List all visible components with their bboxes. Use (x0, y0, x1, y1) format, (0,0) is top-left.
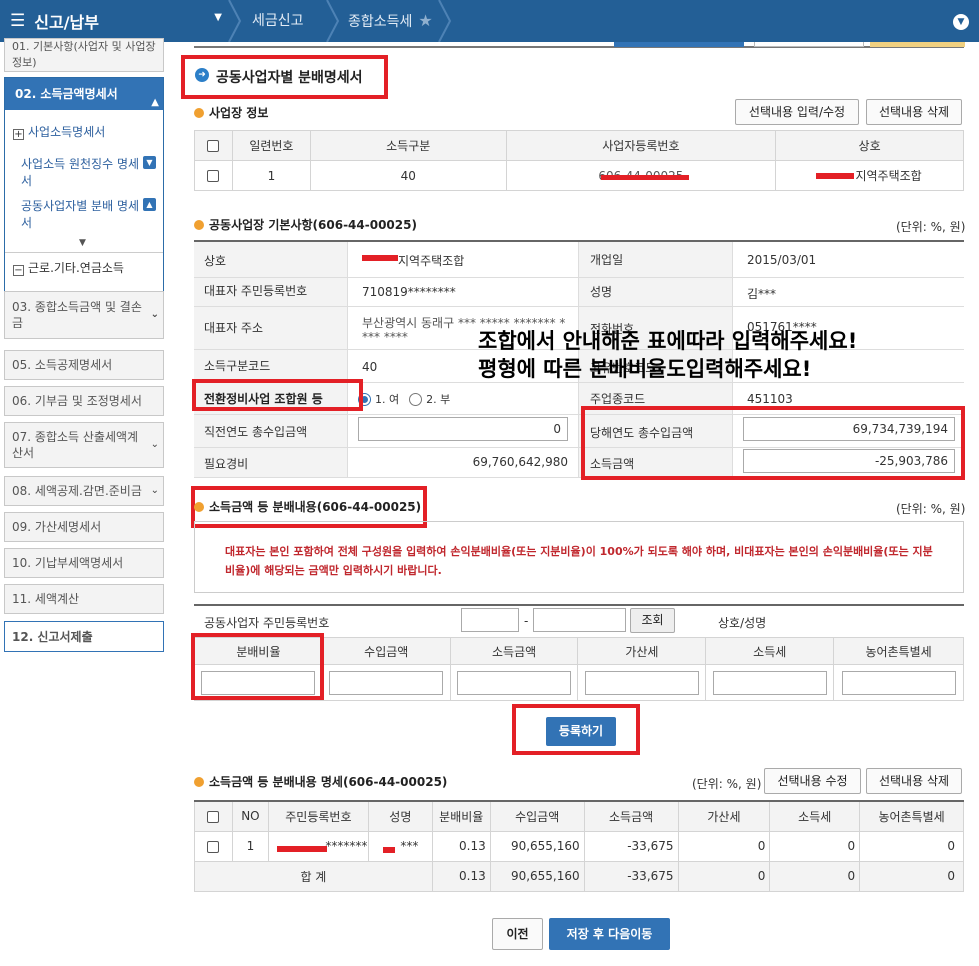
chevron-down-icon[interactable]: ▼ (143, 156, 156, 169)
lookup-button[interactable]: 조회 (630, 608, 675, 633)
page-title: 공동사업자별 분배명세서 (216, 70, 363, 86)
row-checkbox[interactable] (207, 170, 220, 182)
previous-button[interactable]: 이전 (492, 918, 543, 950)
expand-circle-icon[interactable]: ▼ (953, 14, 969, 30)
breadcrumb-separator-icon (326, 0, 340, 42)
section-business-info: 사업장 정보 (194, 104, 268, 121)
sidebar-item-deductions[interactable]: 05. 소득공제명세서 (4, 350, 164, 380)
unit-label: (단위: %, 원) (692, 777, 762, 791)
table-row[interactable]: 1 40 606-44-00025 지역주택조합 (194, 160, 964, 191)
redaction-mark (816, 173, 855, 179)
income-input[interactable] (457, 670, 572, 695)
rural-tax-input[interactable] (841, 670, 956, 695)
star-icon[interactable]: ★ (418, 11, 432, 30)
sidebar-sub-partner-distribution[interactable]: 공동사업자별 분배 명세서 (21, 198, 141, 232)
partner-id-front-input[interactable] (461, 608, 519, 632)
sidebar-item-credits[interactable]: 08. 세액공제.감면.준비금 ⌄ (4, 476, 164, 506)
sidebar-item-basic-info[interactable]: 01. 기본사항(사업자 및 사업장정보) (4, 38, 164, 72)
caret-down-icon: ▼ (214, 12, 222, 23)
breadcrumb-separator-icon (228, 0, 242, 42)
redaction-mark (600, 175, 689, 180)
chevron-up-icon[interactable]: ▲ (143, 198, 156, 211)
sidebar-item-tax-calc[interactable]: 11. 세액계산 (4, 584, 164, 614)
plus-box-icon: + (13, 129, 24, 140)
partner-id-back-input[interactable] (533, 608, 626, 632)
sidebar-sub-labor[interactable]: − 근로.기타.연금소득 (13, 260, 124, 277)
scroll-down-icon[interactable]: ▼ (79, 238, 86, 248)
section-basic-info: 공동사업장 기본사항(606-44-00025) (194, 216, 417, 233)
sidebar-item-penalty[interactable]: 09. 가산세명세서 (4, 512, 164, 542)
breadcrumb-income-tax[interactable]: 종합소득세 ★ (348, 0, 433, 42)
sidebar-sub-withholding[interactable]: 사업소득 원천징수 명세서 (21, 156, 141, 190)
edit-selected-button[interactable]: 선택내용 입력/수정 (735, 99, 859, 125)
row-checkbox[interactable] (207, 840, 220, 853)
sidebar-item-submit[interactable]: 12. 신고서제출 (4, 621, 164, 652)
bullet-icon (194, 219, 204, 230)
redaction-mark (362, 255, 398, 261)
top-navigation-bar: ☰ 신고/납부 ▼ 세금신고 종합소득세 ★ ▼ (0, 0, 979, 42)
business-table: 일련번호 소득구분 사업자등록번호 상호 1 40 606-44-00025 지… (194, 130, 964, 191)
select-all-checkbox[interactable] (207, 810, 220, 823)
edit-selected-button[interactable]: 선택내용 수정 (764, 768, 861, 794)
chevron-down-icon[interactable]: ⌄ (151, 307, 159, 323)
highlight-revenue-box (581, 406, 965, 480)
delete-selected-button[interactable]: 선택내용 삭제 (866, 768, 962, 794)
select-all-checkbox[interactable] (207, 140, 220, 152)
radio-no[interactable] (409, 392, 423, 406)
redaction-mark (382, 846, 395, 853)
prev-year-revenue-input[interactable]: 0 (358, 417, 568, 441)
table-row[interactable]: 1 ******* *** 0.13 90,655,160 -33,675 0 … (194, 830, 964, 862)
minus-box-icon: − (13, 265, 24, 276)
menu-label: 신고/납부 (34, 13, 99, 32)
income-tax-input[interactable] (712, 670, 827, 695)
revenue-input[interactable] (329, 670, 444, 695)
bullet-icon (194, 501, 204, 512)
annotation-text: 조합에서 안내해준 표에따라 입력해주세요! 평형에 따른 분배비율도입력해주세… (478, 329, 858, 381)
sidebar: 01. 기본사항(사업자 및 사업장정보) 02. 소득금액명세서 ▲ + 사업소득… (0, 38, 172, 966)
register-button[interactable]: 등록하기 (546, 717, 616, 746)
unit-label: (단위: %, 원) (896, 220, 966, 234)
highlight-ratio-box (191, 633, 324, 700)
sidebar-item-comprehensive-income[interactable]: 03. 종합소득금액 및 결손금 ⌄ (4, 291, 164, 339)
sidebar-item-donations[interactable]: 06. 기부금 및 조정명세서 (4, 386, 164, 416)
main-menu-button[interactable]: ☰ 신고/납부 ▼ (10, 8, 225, 34)
member-radio-group: 1. 여 2. 부 (358, 391, 450, 407)
breadcrumb-tax-filing[interactable]: 세금신고 (252, 0, 304, 42)
section-distribution-detail: 소득금액 등 분배내용 명세(606-44-00025) (194, 773, 447, 790)
bullet-icon (194, 776, 204, 787)
add-tax-input[interactable] (584, 670, 699, 695)
delete-selected-button[interactable]: 선택내용 삭제 (866, 99, 962, 125)
sidebar-item-tax-computation[interactable]: 07. 종합소득 산출세액계산서 ⌄ (4, 422, 164, 468)
breadcrumb-separator-icon (438, 0, 452, 42)
redaction-mark (276, 845, 327, 852)
highlight-member-box (192, 379, 363, 411)
unit-label: (단위: %, 원) (896, 502, 966, 516)
arrow-circle-icon: ➜ (195, 68, 209, 82)
sidebar-sub-business-income[interactable]: + 사업소득명세서 (13, 124, 105, 141)
chevron-down-icon[interactable]: ⌄ (151, 437, 159, 453)
notice-box: 대표자는 본인 포함하여 전체 구성원을 입력하여 손익분배비율(또는 지분비율… (194, 521, 964, 593)
hamburger-icon: ☰ (10, 11, 26, 31)
sidebar-item-income-statement: 02. 소득금액명세서 ▲ + 사업소득명세서 사업소득 원천징수 명세서 ▼ 공동… (4, 77, 164, 320)
save-next-button[interactable]: 저장 후 다음이동 (549, 918, 670, 950)
bullet-icon (194, 107, 204, 118)
section-distribution: 소득금액 등 분배내용(606-44-00025) (194, 498, 421, 515)
sidebar-item-prepaid[interactable]: 10. 기납부세액명세서 (4, 548, 164, 578)
total-row: 합 계 0.13 90,655,160 -33,675 0 0 0 (194, 860, 964, 892)
distribution-detail-table: NO 주민등록번호 성명 분배비율 수입금액 소득금액 가산세 소득세 농어촌특… (194, 800, 964, 892)
sidebar-active-header[interactable]: 02. 소득금액명세서 ▲ (5, 78, 163, 110)
chevron-down-icon[interactable]: ⌄ (151, 483, 159, 499)
chevron-up-icon[interactable]: ▲ (151, 87, 159, 119)
